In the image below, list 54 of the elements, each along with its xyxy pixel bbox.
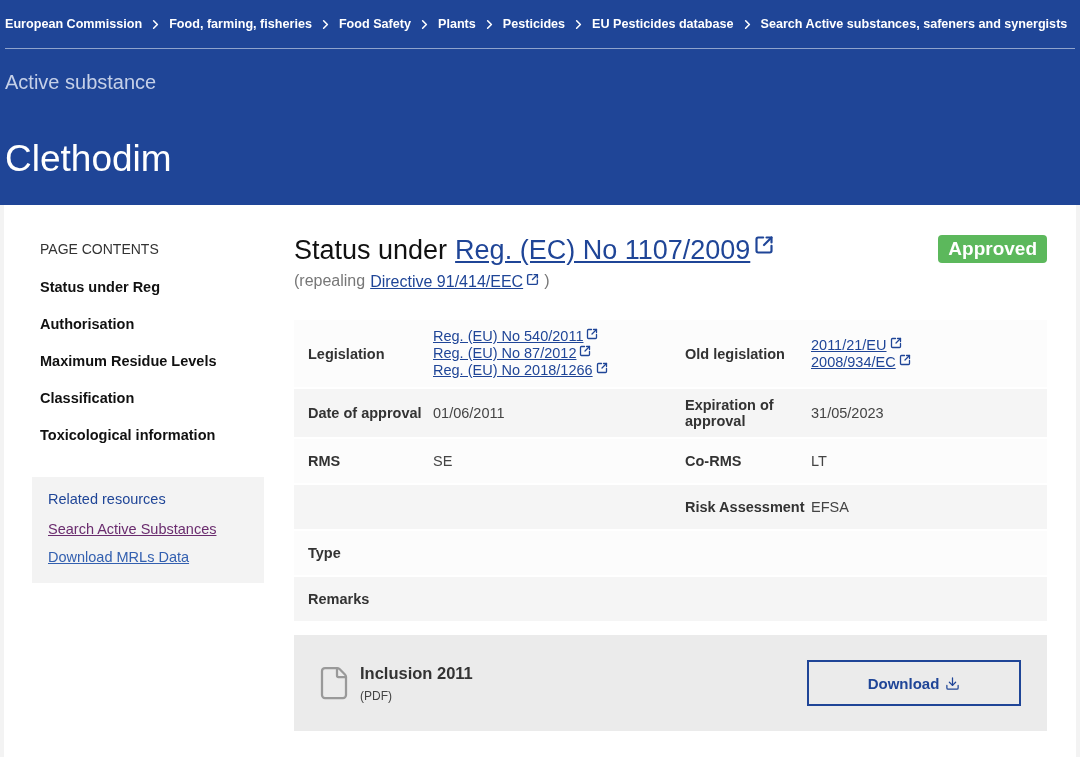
- legislation-link[interactable]: Reg. (EU) No 2018/1266: [433, 362, 685, 379]
- field-label: Legislation: [308, 345, 386, 362]
- field-label: Old legislation: [685, 345, 786, 362]
- field-label: Expiration of approval: [685, 397, 775, 429]
- page-contents-heading: PAGE CONTENTS: [40, 241, 160, 257]
- external-link-icon: [754, 235, 775, 255]
- directive-link[interactable]: Directive 91/414/EEC: [370, 272, 540, 290]
- legislation-link[interactable]: 2011/21/EU: [811, 336, 1033, 354]
- legislation-link[interactable]: Reg. (EU) No 87/2012: [433, 345, 685, 362]
- external-link-icon: [898, 353, 911, 366]
- page-contents-link[interactable]: Status under Reg: [40, 279, 264, 295]
- breadcrumb-link[interactable]: Plants: [438, 17, 476, 31]
- page-subtitle: Active substance: [5, 71, 158, 94]
- status-badge: Approved: [938, 235, 1047, 263]
- related-resources-heading: Related resources: [48, 491, 167, 507]
- field-label: RMS: [308, 453, 342, 469]
- download-button[interactable]: Download: [807, 660, 1021, 706]
- page-contents-link[interactable]: Classification: [40, 390, 264, 406]
- page-contents-link[interactable]: Authorisation: [40, 316, 264, 332]
- field-value: EFSA: [811, 499, 850, 515]
- external-link-icon: [889, 336, 902, 349]
- external-link-icon: [595, 362, 608, 374]
- repealing-text: (repealing: [294, 272, 366, 290]
- section-heading: Status under: [294, 235, 448, 266]
- breadcrumb-link[interactable]: Search Active substances, safeners and synergists: [760, 17, 1068, 31]
- page-contents-link[interactable]: Toxicological information: [40, 427, 264, 443]
- external-link-icon: [526, 272, 540, 286]
- document-format: (PDF): [360, 688, 393, 703]
- download-icon: [945, 675, 961, 691]
- field-value: 01/06/2011: [433, 405, 506, 421]
- regulation-link[interactable]: Reg. (EC) No 1107/2009: [455, 235, 775, 266]
- page-contents-link[interactable]: Maximum Residue Levels: [40, 353, 264, 369]
- field-label: Date of approval: [308, 405, 423, 421]
- field-label: Type: [308, 545, 342, 561]
- page-title: Clethodim: [5, 138, 173, 180]
- breadcrumb-link[interactable]: Pesticides: [502, 17, 566, 31]
- breadcrumb-link[interactable]: European Commission: [5, 17, 143, 31]
- external-link-icon: [579, 345, 592, 357]
- field-value: LT: [811, 453, 828, 469]
- breadcrumb-link[interactable]: Food Safety: [338, 17, 411, 31]
- external-link-icon: [586, 328, 599, 340]
- breadcrumb-link[interactable]: EU Pesticides database: [592, 17, 734, 31]
- field-label: Risk Assessment: [685, 499, 806, 515]
- resource-link[interactable]: Download MRLs Data: [48, 549, 248, 565]
- document-title: Inclusion 2011: [360, 663, 474, 683]
- field-value: SE: [433, 453, 454, 469]
- legislation-link[interactable]: 2008/934/EC: [811, 353, 1033, 371]
- breadcrumb-link[interactable]: Food, farming, fisheries: [169, 17, 312, 31]
- resource-link[interactable]: Search Active Substances: [48, 521, 248, 537]
- field-value: 31/05/2023: [811, 405, 885, 421]
- legislation-link[interactable]: Reg. (EU) No 540/2011: [433, 328, 685, 345]
- repealing-text: ): [544, 272, 550, 290]
- field-label: Remarks: [308, 591, 371, 607]
- field-label: Co-RMS: [685, 453, 743, 469]
